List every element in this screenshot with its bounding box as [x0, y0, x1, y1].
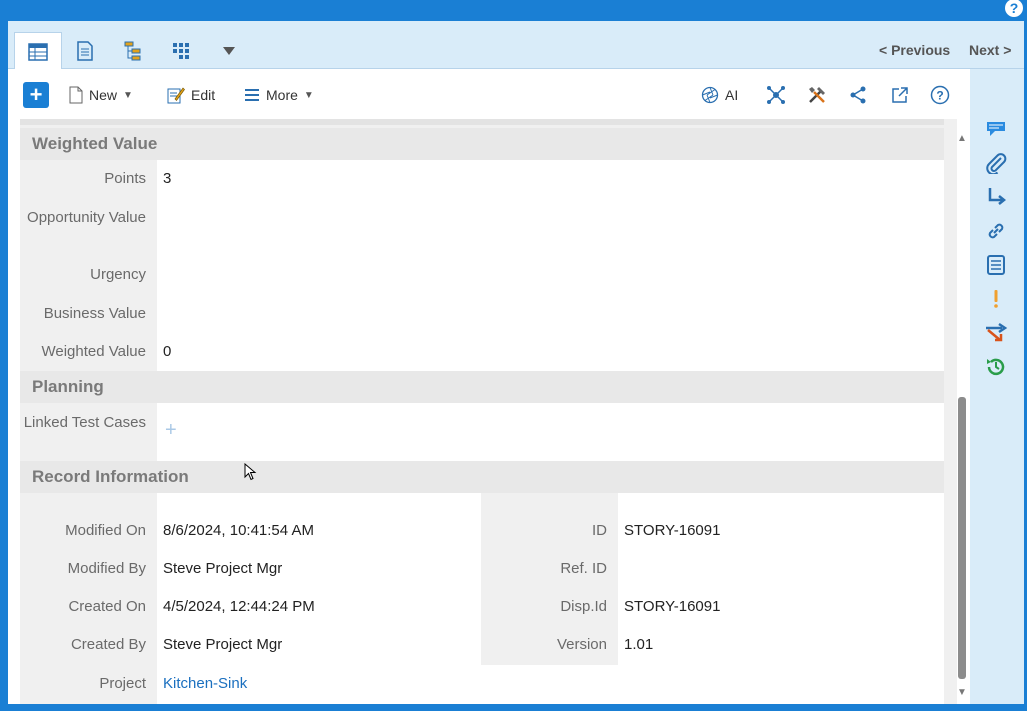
- help-top-icon[interactable]: ?: [1005, 0, 1023, 17]
- record-form: Weighted Value Points 3 Opportunity Valu…: [20, 119, 957, 704]
- attachments-button[interactable]: [984, 151, 1008, 175]
- weighted-value-values-panel: [157, 160, 944, 371]
- urgency-label: Urgency: [90, 266, 146, 283]
- chain-link-icon: [988, 223, 1004, 239]
- checklist-button[interactable]: [984, 253, 1008, 277]
- relationship-map-button[interactable]: [764, 83, 788, 107]
- version-label: Version: [556, 636, 607, 653]
- paperclip-icon: [986, 153, 1007, 174]
- points-value[interactable]: 3: [163, 170, 171, 187]
- next-link[interactable]: Next >: [969, 42, 1011, 58]
- add-button[interactable]: +: [23, 82, 49, 108]
- ai-button-label: AI: [725, 87, 739, 103]
- share-icon: [850, 86, 866, 104]
- edit-icon: [167, 87, 185, 104]
- grid-view-tab[interactable]: [14, 32, 62, 70]
- project-link[interactable]: Kitchen-Sink: [163, 675, 247, 692]
- scroll-down-icon[interactable]: ▼: [957, 687, 967, 698]
- more-button-label: More: [266, 87, 298, 103]
- section-divider: [20, 119, 944, 125]
- history-button[interactable]: [984, 355, 1008, 379]
- mouse-cursor-icon: [244, 462, 257, 486]
- modified-on-value: 8/6/2024, 10:41:54 AM: [163, 522, 314, 539]
- scroll-up-icon[interactable]: ▲: [957, 133, 967, 144]
- discussion-button[interactable]: [984, 117, 1008, 141]
- trace-button[interactable]: [984, 185, 1008, 209]
- edit-button[interactable]: Edit: [167, 82, 215, 108]
- planning-values-panel: [157, 403, 944, 461]
- ref-id-label: Ref. ID: [560, 560, 607, 577]
- project-value-panel: [157, 665, 944, 704]
- tools-button[interactable]: [805, 83, 829, 107]
- modified-on-label: Modified On: [65, 522, 146, 539]
- links-button[interactable]: [984, 219, 1008, 243]
- issues-button[interactable]: [984, 287, 1008, 311]
- planning-header: Planning: [20, 371, 944, 403]
- grid-view-icon: [28, 42, 48, 61]
- board-view-tab[interactable]: [158, 33, 204, 69]
- svg-text:?: ?: [936, 89, 943, 103]
- record-toolbar: + New ▼ Edit More ▼ AI ?: [8, 69, 970, 119]
- record-window: < Previous Next > + New ▼ Edit More ▼ AI…: [8, 21, 1024, 704]
- view-tab-bar: < Previous Next >: [8, 21, 1024, 70]
- tree-view-icon: [124, 41, 141, 61]
- form-scrollbar[interactable]: ▲ ▼: [957, 131, 970, 698]
- created-on-label: Created On: [68, 598, 146, 615]
- external-link-icon: [892, 87, 908, 103]
- created-on-value: 4/5/2024, 12:44:24 PM: [163, 598, 315, 615]
- tools-icon: [809, 87, 825, 103]
- linked-test-cases-label: Linked Test Cases: [23, 414, 146, 431]
- business-value-label: Business Value: [43, 305, 146, 322]
- share-button[interactable]: [846, 83, 870, 107]
- help-icon: ?: [930, 85, 950, 105]
- menu-lines-icon: [245, 89, 259, 101]
- new-document-icon: [69, 86, 83, 104]
- exclamation-icon: [994, 290, 998, 308]
- document-view-tab[interactable]: [62, 33, 108, 69]
- open-external-button[interactable]: [888, 83, 912, 107]
- record-information-header: Record Information: [20, 461, 944, 493]
- points-label: Points: [104, 170, 146, 187]
- id-label: ID: [592, 522, 607, 539]
- workflow-button[interactable]: [984, 321, 1008, 345]
- network-icon: [767, 86, 785, 104]
- weighted-value-value[interactable]: 0: [163, 343, 171, 360]
- project-label: Project: [99, 675, 146, 692]
- more-dropdown-icon: ▼: [303, 89, 314, 101]
- record-info-right-values-panel: [618, 493, 944, 665]
- new-button[interactable]: New ▼: [69, 82, 133, 108]
- ai-button[interactable]: AI: [701, 82, 738, 108]
- more-views-icon: [223, 47, 235, 55]
- new-button-label: New: [89, 87, 118, 103]
- created-by-value: Steve Project Mgr: [163, 636, 283, 653]
- more-button[interactable]: More ▼: [244, 82, 314, 108]
- more-views-tab[interactable]: [206, 33, 252, 69]
- modified-by-value: Steve Project Mgr: [163, 560, 283, 577]
- tree-view-tab[interactable]: [110, 33, 156, 69]
- version-value: 1.01: [624, 636, 654, 653]
- opportunity-value-label: Opportunity Value: [27, 209, 146, 226]
- workflow-arrows-icon: [986, 322, 1008, 342]
- edit-button-label: Edit: [191, 87, 216, 103]
- comment-icon: [987, 122, 1005, 136]
- history-icon: [987, 358, 1005, 376]
- previous-link[interactable]: < Previous: [879, 42, 950, 58]
- help-button[interactable]: ?: [928, 83, 952, 107]
- id-value: STORY-16091: [624, 522, 721, 539]
- disp-id-value: STORY-16091: [624, 598, 721, 615]
- disp-id-label: Disp.Id: [560, 598, 607, 615]
- created-by-label: Created By: [70, 636, 146, 653]
- scroll-thumb[interactable]: [958, 397, 966, 679]
- new-dropdown-icon: ▼: [123, 89, 133, 101]
- ai-aperture-icon: [701, 86, 719, 104]
- weighted-value-label: Weighted Value: [41, 343, 146, 360]
- list-box-icon: [987, 255, 1005, 275]
- right-side-panel: [970, 69, 1024, 704]
- add-linked-test-case-button[interactable]: +: [165, 419, 177, 442]
- weighted-value-header: Weighted Value: [20, 128, 944, 160]
- document-view-icon: [77, 41, 93, 61]
- arrow-down-right-icon: [988, 188, 1007, 205]
- board-view-icon: [173, 43, 189, 59]
- modified-by-label: Modified By: [67, 560, 146, 577]
